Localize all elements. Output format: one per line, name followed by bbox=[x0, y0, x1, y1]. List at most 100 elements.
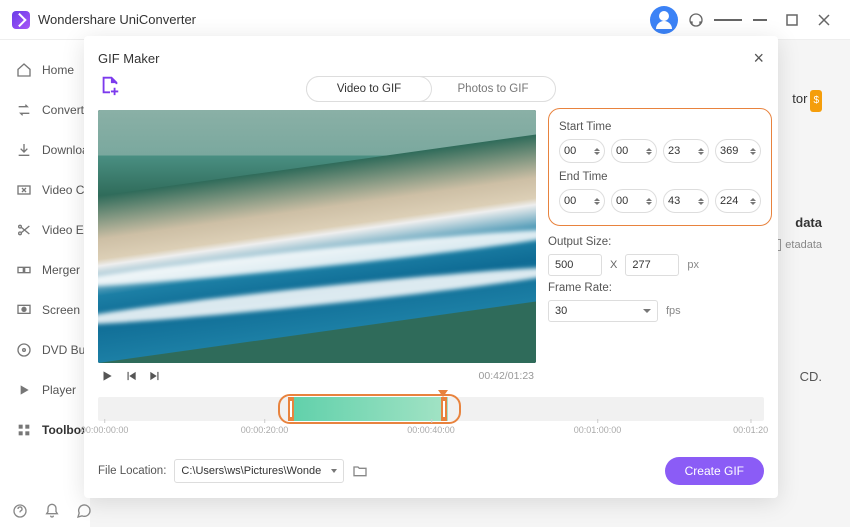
file-location-label: File Location: bbox=[98, 465, 166, 477]
menu-button[interactable] bbox=[714, 6, 742, 34]
play-button[interactable] bbox=[100, 369, 114, 383]
bg-sub: etadata bbox=[785, 239, 822, 251]
sidebar-item-label: Player bbox=[42, 383, 76, 397]
spinner-value: 00 bbox=[616, 195, 628, 207]
sidebar-item-label: Screen Recorder bbox=[42, 303, 90, 317]
ruler-tick: 00:00:20:00 bbox=[241, 425, 289, 435]
download-icon bbox=[16, 142, 32, 158]
prev-frame-button[interactable] bbox=[124, 369, 138, 383]
start-seconds-input[interactable]: 23 bbox=[663, 139, 709, 163]
create-gif-button[interactable]: Create GIF bbox=[665, 457, 764, 485]
sidebar-item-recorder[interactable]: Screen Recorder bbox=[0, 290, 90, 330]
video-preview[interactable] bbox=[98, 110, 536, 363]
framerate-unit-label: fps bbox=[666, 305, 681, 317]
output-x-label: X bbox=[610, 259, 617, 271]
sidebar-item-player[interactable]: Player bbox=[0, 370, 90, 410]
file-location-select[interactable]: C:\Users\ws\Pictures\Wonders bbox=[174, 459, 344, 483]
scissors-icon bbox=[16, 222, 32, 238]
sidebar-item-editor[interactable]: Video Editor bbox=[0, 210, 90, 250]
sidebar-item-home[interactable]: Home bbox=[0, 50, 90, 90]
timecode-display: 00:42/01:23 bbox=[479, 370, 534, 382]
selection-end-handle[interactable] bbox=[441, 397, 447, 421]
account-avatar-button[interactable] bbox=[650, 6, 678, 34]
preview-panel: 00:42/01:23 bbox=[98, 110, 536, 383]
badge-icon: $ bbox=[810, 90, 822, 112]
help-button[interactable] bbox=[12, 503, 28, 519]
end-minutes-input[interactable]: 00 bbox=[611, 189, 657, 213]
settings-panel: Start Time 00 00 23 369 End Time 00 00 4… bbox=[548, 110, 772, 383]
timeline-track[interactable] bbox=[98, 397, 764, 421]
spinner-value: 224 bbox=[720, 195, 738, 207]
sidebar-item-downloader[interactable]: Downloader bbox=[0, 130, 90, 170]
file-location-value: C:\Users\ws\Pictures\Wonders bbox=[181, 465, 321, 477]
output-unit-label: px bbox=[687, 259, 699, 271]
sidebar-item-dvd[interactable]: DVD Burner bbox=[0, 330, 90, 370]
sidebar-item-label: DVD Burner bbox=[42, 343, 90, 357]
framerate-label: Frame Rate: bbox=[548, 282, 772, 294]
titlebar: Wondershare UniConverter bbox=[0, 0, 850, 40]
spinner-value: 00 bbox=[564, 195, 576, 207]
mode-tabs: Video to GIF Photos to GIF bbox=[306, 76, 556, 102]
spinner-value: 00 bbox=[564, 145, 576, 157]
output-height-input[interactable] bbox=[625, 254, 679, 276]
close-window-button[interactable] bbox=[810, 6, 838, 34]
start-time-label: Start Time bbox=[559, 121, 761, 133]
sidebar-item-merger[interactable]: Merger bbox=[0, 250, 90, 290]
end-hours-input[interactable]: 00 bbox=[559, 189, 605, 213]
tab-video-to-gif[interactable]: Video to GIF bbox=[307, 77, 431, 101]
start-minutes-input[interactable]: 00 bbox=[611, 139, 657, 163]
add-file-icon[interactable] bbox=[98, 74, 122, 96]
sidebar-item-label: Downloader bbox=[42, 143, 90, 157]
spinner-value: 43 bbox=[668, 195, 680, 207]
status-bar bbox=[12, 503, 92, 519]
sidebar-item-converter[interactable]: Converter bbox=[0, 90, 90, 130]
app-logo-icon bbox=[12, 11, 30, 29]
playhead-icon[interactable] bbox=[438, 390, 448, 397]
feedback-button[interactable] bbox=[76, 503, 92, 519]
disc-icon bbox=[16, 342, 32, 358]
merger-icon bbox=[16, 262, 32, 278]
compressor-icon bbox=[16, 182, 32, 198]
close-icon bbox=[818, 14, 830, 26]
support-button[interactable] bbox=[682, 6, 710, 34]
selection-start-handle[interactable] bbox=[288, 397, 294, 421]
framerate-select[interactable]: 30 bbox=[548, 300, 658, 322]
ruler-tick: 00:01:20 bbox=[733, 425, 768, 435]
dialog-close-button[interactable]: × bbox=[753, 48, 764, 69]
timeline: 00:00:00:00 00:00:20:00 00:00:40:00 00:0… bbox=[98, 397, 764, 445]
end-seconds-input[interactable]: 43 bbox=[663, 189, 709, 213]
maximize-icon bbox=[786, 14, 798, 26]
spinner-value: 369 bbox=[720, 145, 738, 157]
sidebar-item-label: Home bbox=[42, 63, 74, 77]
bg-text: tor bbox=[792, 91, 807, 106]
output-size-label: Output Size: bbox=[548, 236, 772, 248]
end-ms-input[interactable]: 224 bbox=[715, 189, 761, 213]
maximize-button[interactable] bbox=[778, 6, 806, 34]
ruler-tick: 00:00:00:00 bbox=[81, 425, 129, 435]
select-value: 30 bbox=[555, 305, 567, 317]
ruler-tick: 00:00:40:00 bbox=[407, 425, 455, 435]
end-time-label: End Time bbox=[559, 171, 761, 183]
start-hours-input[interactable]: 00 bbox=[559, 139, 605, 163]
notifications-button[interactable] bbox=[44, 503, 60, 519]
dialog-footer: File Location: C:\Users\ws\Pictures\Wond… bbox=[98, 457, 764, 485]
sidebar-item-compressor[interactable]: Video Compressor bbox=[0, 170, 90, 210]
sidebar: Home Converter Downloader Video Compress… bbox=[0, 40, 90, 527]
output-width-input[interactable] bbox=[548, 254, 602, 276]
start-ms-input[interactable]: 369 bbox=[715, 139, 761, 163]
next-frame-button[interactable] bbox=[148, 369, 162, 383]
timeline-ruler: 00:00:00:00 00:00:20:00 00:00:40:00 00:0… bbox=[98, 425, 764, 445]
headset-icon bbox=[688, 12, 704, 28]
browse-folder-button[interactable] bbox=[352, 463, 368, 479]
sidebar-item-label: Merger bbox=[42, 263, 80, 277]
converter-icon bbox=[16, 102, 32, 118]
dialog-title: GIF Maker bbox=[98, 51, 159, 66]
play-icon bbox=[16, 382, 32, 398]
sidebar-item-toolbox[interactable]: Toolbox bbox=[0, 410, 90, 450]
spinner-value: 00 bbox=[616, 145, 628, 157]
playback-controls: 00:42/01:23 bbox=[98, 363, 536, 383]
minimize-button[interactable] bbox=[746, 6, 774, 34]
sidebar-item-label: Video Editor bbox=[42, 223, 90, 237]
recorder-icon bbox=[16, 302, 32, 318]
tab-photos-to-gif[interactable]: Photos to GIF bbox=[431, 77, 555, 101]
